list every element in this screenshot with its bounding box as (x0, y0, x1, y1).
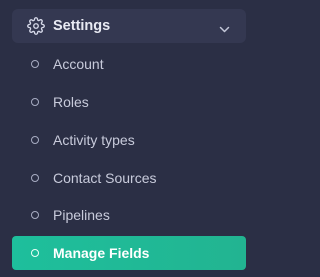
settings-group-label: Settings (53, 18, 111, 34)
menu-item-manage-fields[interactable]: Manage Fields (12, 236, 246, 270)
settings-group-toggle[interactable]: Settings (12, 9, 246, 43)
menu-item-activity-types[interactable]: Activity types (12, 123, 246, 157)
menu-item-label: Pipelines (53, 207, 110, 223)
menu-item-pipelines[interactable]: Pipelines (12, 198, 246, 232)
menu-item-roles[interactable]: Roles (12, 85, 246, 119)
bullet-icon (31, 60, 39, 68)
menu-item-label: Account (53, 56, 104, 72)
menu-item-contact-sources[interactable]: Contact Sources (12, 161, 246, 195)
menu-item-label: Contact Sources (53, 170, 157, 186)
menu-item-label: Manage Fields (53, 245, 150, 261)
gear-icon (27, 17, 45, 35)
settings-sidebar: Settings Account Roles Activity types Co… (0, 0, 258, 277)
bullet-icon (31, 98, 39, 106)
bullet-icon (31, 249, 39, 257)
menu-item-account[interactable]: Account (12, 47, 246, 81)
chevron-down-icon (219, 21, 230, 33)
bullet-icon (31, 136, 39, 144)
menu-item-label: Activity types (53, 132, 135, 148)
menu-item-label: Roles (53, 94, 89, 110)
bullet-icon (31, 211, 39, 219)
bullet-icon (31, 174, 39, 182)
